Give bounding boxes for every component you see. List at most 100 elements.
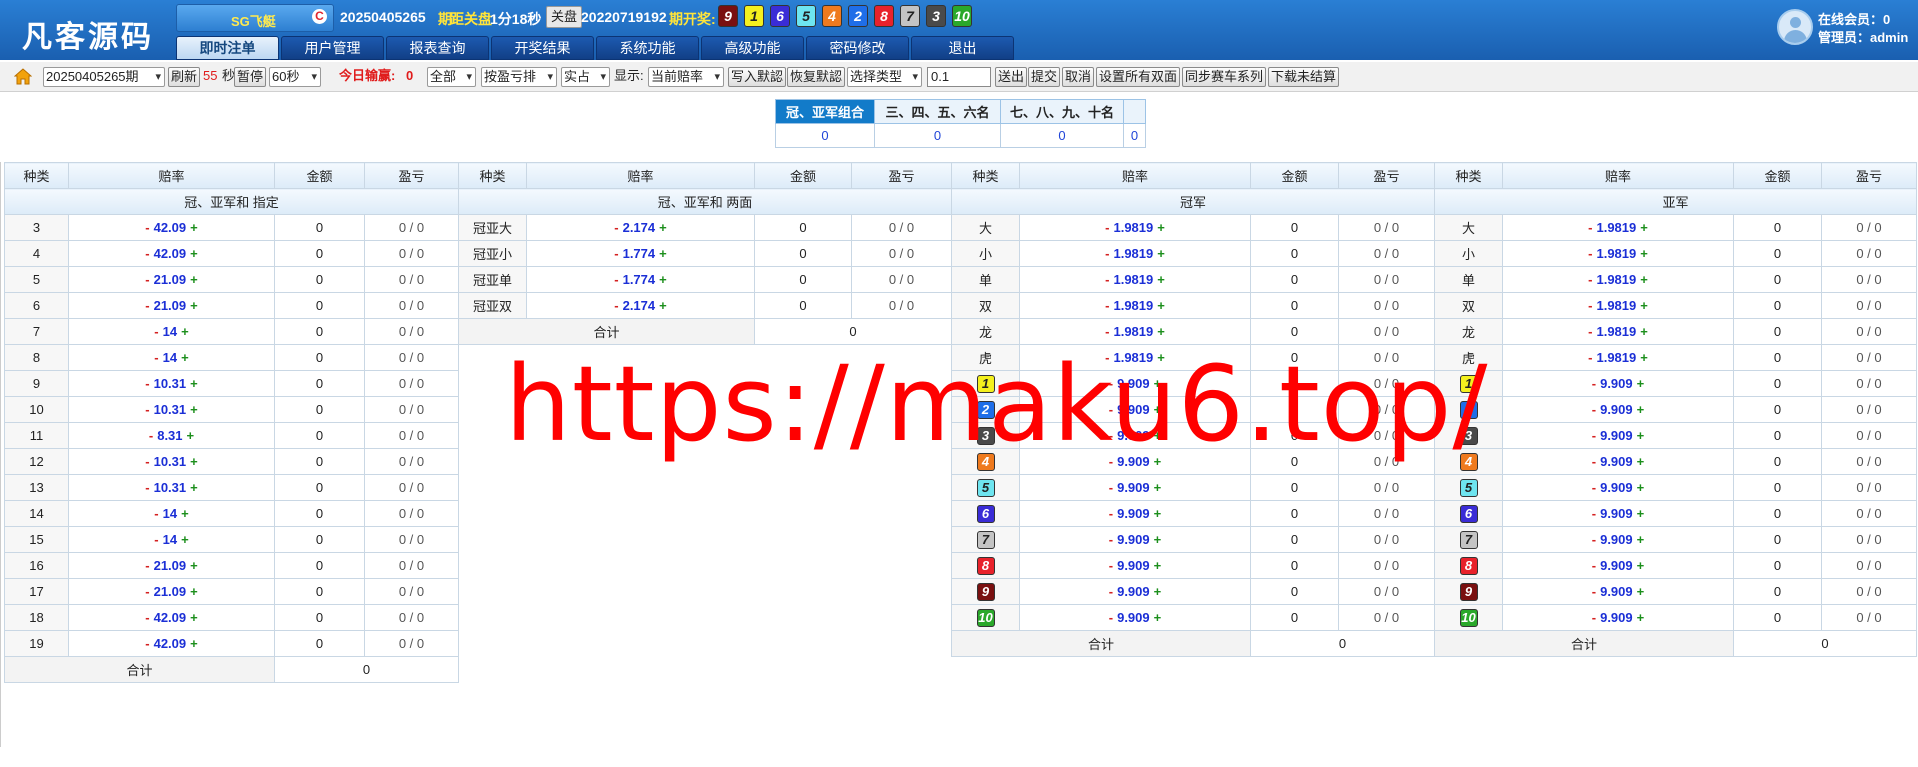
odds-value[interactable]: 9.909 [1117,584,1150,599]
download-unsettled-button[interactable]: 下载未结算 [1268,67,1340,87]
odds-decrease-button[interactable]: - [145,480,149,495]
odds-increase-button[interactable]: + [1157,220,1165,235]
odds-increase-button[interactable]: + [1640,298,1648,313]
odds-increase-button[interactable]: + [1637,610,1645,625]
set-all-double-button[interactable]: 设置所有双面 [1096,67,1181,87]
period-select[interactable]: 20250405265期 [43,67,165,87]
nav-tab-0[interactable]: 即时注单 [176,36,279,60]
pause-button[interactable]: 暂停 [234,67,267,87]
odds-value[interactable]: 9.909 [1600,480,1633,495]
odds-increase-button[interactable]: + [190,610,198,625]
odds-value[interactable]: 10.31 [154,480,187,495]
odds-value[interactable]: 42.09 [154,636,187,651]
odds-decrease-button[interactable]: - [145,584,149,599]
home-icon[interactable] [14,68,32,85]
odds-increase-button[interactable]: + [190,454,198,469]
odds-increase-button[interactable]: + [1640,350,1648,365]
odds-decrease-button[interactable]: - [1588,324,1592,339]
odds-decrease-button[interactable]: - [145,454,149,469]
odds-increase-button[interactable]: + [1637,558,1645,573]
filter-all-select[interactable]: 全部 [427,67,476,87]
odds-value[interactable]: 1.9819 [1596,350,1636,365]
odds-increase-button[interactable]: + [190,376,198,391]
odds-value[interactable]: 1.9819 [1596,324,1636,339]
odds-increase-button[interactable]: + [1154,610,1162,625]
odds-value[interactable]: 14 [163,532,177,547]
cancel-button[interactable]: 取消 [1062,67,1095,87]
odds-decrease-button[interactable]: - [1588,272,1592,287]
odds-value[interactable]: 21.09 [154,298,187,313]
odds-increase-button[interactable]: + [659,298,667,313]
odds-value[interactable]: 42.09 [154,610,187,625]
odds-value[interactable]: 21.09 [154,584,187,599]
odds-increase-button[interactable]: + [181,506,189,521]
odds-increase-button[interactable]: + [659,272,667,287]
odds-value[interactable]: 21.09 [154,558,187,573]
odds-value[interactable]: 9.909 [1117,506,1150,521]
odds-decrease-button[interactable]: - [1588,246,1592,261]
odds-decrease-button[interactable]: - [1105,324,1109,339]
summary-tab-champion-runnerup[interactable]: 冠、亚军组合 [775,99,875,124]
odds-increase-button[interactable]: + [190,246,198,261]
game-switch-icon[interactable]: C [312,9,327,24]
odds-value[interactable]: 9.909 [1600,584,1633,599]
odds-value[interactable]: 1.9819 [1113,220,1153,235]
odds-value[interactable]: 9.909 [1117,532,1150,547]
odds-increase-button[interactable]: + [190,220,198,235]
odds-decrease-button[interactable]: - [1109,610,1113,625]
summary-tab-7-10[interactable]: 七、八、九、十名 [1000,99,1124,124]
odds-decrease-button[interactable]: - [154,532,158,547]
odds-decrease-button[interactable]: - [1592,402,1596,417]
odds-decrease-button[interactable]: - [1592,610,1596,625]
odds-value[interactable]: 2.174 [623,298,656,313]
odds-increase-button[interactable]: + [1154,584,1162,599]
nav-tab-6[interactable]: 密码修改 [806,36,909,60]
odds-increase-button[interactable]: + [1637,532,1645,547]
sort-select[interactable]: 按盈亏排 [481,67,557,87]
odds-increase-button[interactable]: + [187,428,195,443]
odds-decrease-button[interactable]: - [1105,220,1109,235]
odds-increase-button[interactable]: + [190,558,198,573]
write-default-button[interactable]: 写入默認 [728,67,787,87]
odds-increase-button[interactable]: + [1640,324,1648,339]
odds-increase-button[interactable]: + [1637,402,1645,417]
odds-increase-button[interactable]: + [1637,584,1645,599]
odds-decrease-button[interactable]: - [614,246,618,261]
odds-decrease-button[interactable]: - [1109,558,1113,573]
odds-decrease-button[interactable]: - [1592,532,1596,547]
odds-value[interactable]: 10.31 [154,454,187,469]
odds-decrease-button[interactable]: - [145,298,149,313]
odds-increase-button[interactable]: + [190,272,198,287]
nav-tab-3[interactable]: 开奖结果 [491,36,594,60]
odds-value[interactable]: 9.909 [1600,402,1633,417]
odds-decrease-button[interactable]: - [145,610,149,625]
odds-increase-button[interactable]: + [1154,532,1162,547]
odds-value[interactable]: 9.909 [1117,480,1150,495]
odds-increase-button[interactable]: + [1154,558,1162,573]
odds-increase-button[interactable]: + [1157,272,1165,287]
odds-increase-button[interactable]: + [1637,506,1645,521]
close-market-button[interactable]: 关盘 [546,6,583,28]
odds-increase-button[interactable]: + [659,246,667,261]
odds-value[interactable]: 21.09 [154,272,187,287]
odds-decrease-button[interactable]: - [614,220,618,235]
odds-decrease-button[interactable]: - [1105,246,1109,261]
odds-increase-button[interactable]: + [1157,298,1165,313]
real-share-select[interactable]: 实占 [561,67,610,87]
odds-increase-button[interactable]: + [1157,324,1165,339]
odds-value[interactable]: 2.174 [623,220,656,235]
odds-value[interactable]: 1.774 [623,272,656,287]
odds-decrease-button[interactable]: - [1592,558,1596,573]
odds-value[interactable]: 8.31 [157,428,182,443]
odds-decrease-button[interactable]: - [1592,454,1596,469]
amount-input[interactable]: 0.1 [927,67,991,87]
odds-decrease-button[interactable]: - [1588,298,1592,313]
odds-decrease-button[interactable]: - [1592,584,1596,599]
nav-tab-1[interactable]: 用户管理 [281,36,384,60]
odds-decrease-button[interactable]: - [1592,376,1596,391]
game-selector[interactable]: SG飞艇 C [176,4,334,32]
odds-value[interactable]: 9.909 [1117,610,1150,625]
odds-value[interactable]: 1.9819 [1113,324,1153,339]
submit-button[interactable]: 提交 [1028,67,1061,87]
odds-increase-button[interactable]: + [190,584,198,599]
